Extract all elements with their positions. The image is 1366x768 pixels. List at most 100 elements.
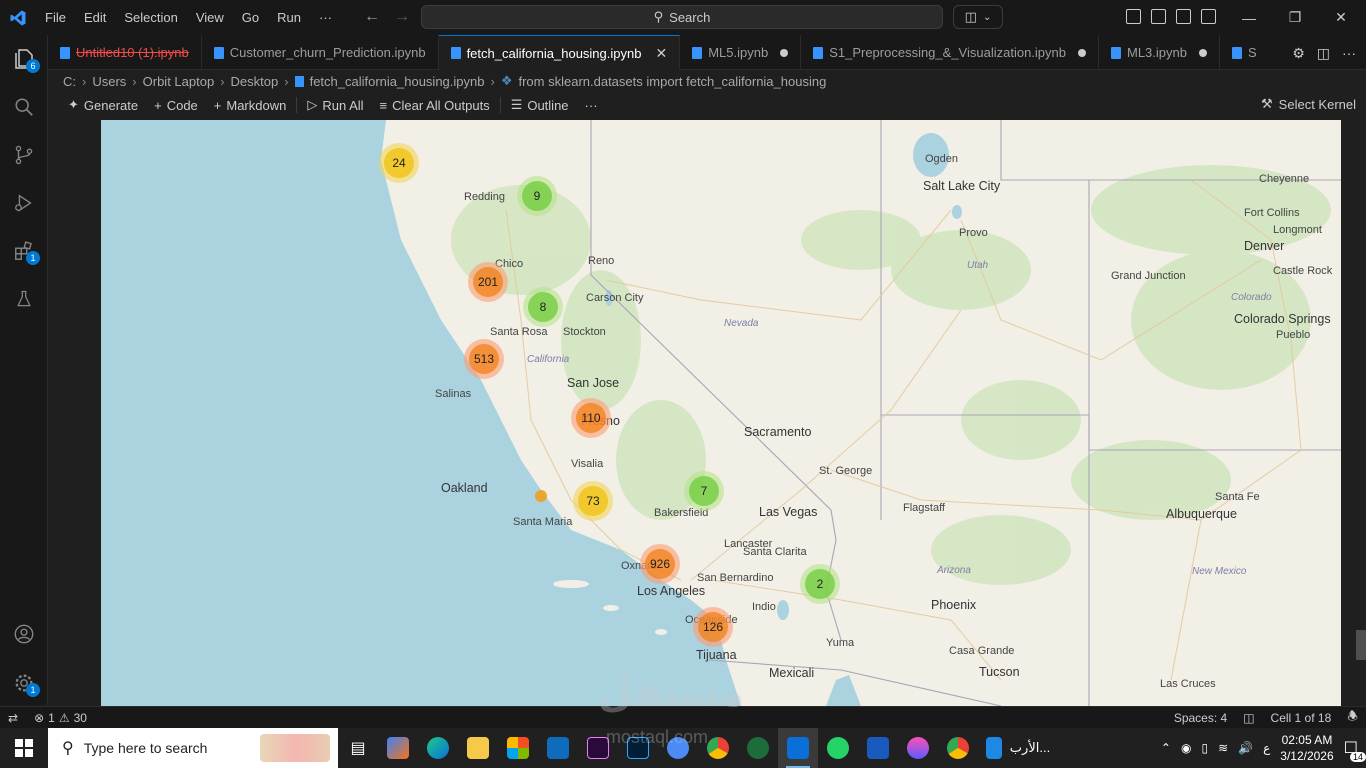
taskbar-edge[interactable] [418, 728, 458, 768]
explorer-button[interactable]: 6 [0, 35, 48, 83]
restore-button[interactable]: ❐ [1272, 0, 1318, 35]
add-code-button[interactable]: + Code [146, 94, 206, 116]
language-indicator[interactable]: ع [1263, 741, 1270, 755]
toggle-panel-icon[interactable] [1176, 9, 1191, 24]
marker-cluster[interactable]: 126 [693, 607, 733, 647]
toggle-primary-sidebar-icon[interactable] [1151, 9, 1166, 24]
breadcrumb-user[interactable]: Orbit Laptop [143, 74, 215, 89]
map-place-label: Santa Clarita [743, 546, 807, 558]
add-markdown-button[interactable]: + Markdown [206, 94, 295, 116]
close-button[interactable]: ✕ [1318, 0, 1364, 35]
volume-icon[interactable]: 🔊 [1238, 741, 1253, 755]
tab-untitled10[interactable]: Untitled10 (1).ipynb [48, 35, 202, 70]
breadcrumb-users[interactable]: Users [92, 74, 126, 89]
clear-outputs-button[interactable]: ≡ Clear All Outputs [372, 94, 498, 116]
customize-layout-icon[interactable] [1126, 9, 1141, 24]
marker-cluster[interactable]: 926 [640, 544, 680, 584]
forward-arrow-icon[interactable]: → [394, 8, 410, 26]
generate-button[interactable]: ✦ Generate [60, 94, 146, 116]
folium-map-output[interactable]: Ogden Salt Lake City Provo Utah Cheyenne Fort… [101, 120, 1341, 706]
select-kernel-button[interactable]: ⚒ Select Kernel [1261, 96, 1356, 112]
cluster-count: 73 [578, 486, 608, 516]
more-toolbar-button[interactable]: ··· [577, 94, 606, 116]
breadcrumb-cell[interactable]: from sklearn.datasets import fetch_calif… [518, 74, 826, 89]
start-button[interactable] [0, 728, 48, 768]
notification-center[interactable]: ☐ 14 [1344, 738, 1366, 762]
marker-cluster[interactable]: 513 [464, 339, 504, 379]
run-all-button[interactable]: ▷ Run All [299, 94, 371, 116]
marker-cluster[interactable]: 9 [517, 176, 557, 216]
map-place-label: San Bernardino [697, 572, 774, 584]
single-marker[interactable] [535, 490, 547, 502]
split-editor-icon[interactable]: ◫ [1317, 45, 1330, 62]
taskbar-chrome-profile[interactable] [938, 728, 978, 768]
mail-icon [547, 737, 569, 759]
clock[interactable]: 02:05 AM 3/12/2026 [1280, 732, 1333, 764]
battery-icon[interactable]: ▯ [1201, 741, 1208, 755]
testing-button[interactable] [0, 275, 48, 323]
menu-edit[interactable]: Edit [75, 10, 115, 25]
edge-icon [427, 737, 449, 759]
marker-cluster[interactable]: 110 [571, 398, 611, 438]
taskbar-word[interactable] [858, 728, 898, 768]
notifications-bell[interactable]: 🕭 [1339, 707, 1366, 728]
taskbar-copilot[interactable] [378, 728, 418, 768]
minimize-button[interactable]: — [1226, 0, 1272, 35]
taskbar-whatsapp[interactable] [818, 728, 858, 768]
more-actions-icon[interactable]: ··· [1342, 45, 1356, 62]
tab-ml3[interactable]: ML3.ipynb [1099, 35, 1220, 70]
marker-cluster[interactable]: 73 [573, 481, 613, 521]
gear-icon[interactable]: ⚙ [1292, 45, 1305, 62]
close-tab-icon[interactable]: ✕ [655, 45, 667, 62]
copilot-button[interactable]: ◫ ⌄ [953, 5, 1003, 29]
menu-run[interactable]: Run [268, 10, 310, 25]
tab-s1-preprocessing[interactable]: S1_Preprocessing_&_Visualization.ipynb [801, 35, 1099, 70]
tab-fetch-california-housing[interactable]: fetch_california_housing.ipynb ✕ [438, 35, 681, 70]
menu-more[interactable]: ··· [310, 10, 341, 25]
tab-ml5[interactable]: ML5.ipynb [680, 35, 802, 70]
chevron-up-icon[interactable]: ⌃ [1161, 741, 1171, 755]
copilot-status[interactable]: ◫ [1235, 711, 1262, 725]
back-arrow-icon[interactable]: ← [364, 8, 380, 26]
taskbar-drop-app[interactable] [898, 728, 938, 768]
command-center-search[interactable]: ⚲ Search [421, 5, 943, 29]
tab-customer-churn[interactable]: Customer_churn_Prediction.ipynb [202, 35, 439, 70]
taskbar-search[interactable]: ⚲ Type here to search [48, 728, 338, 768]
tab-s-truncated[interactable]: S [1220, 35, 1269, 70]
marker-cluster[interactable]: 2 [800, 564, 840, 604]
accounts-button[interactable] [0, 610, 48, 658]
map-place-label: Grand Junction [1111, 270, 1186, 282]
editor-scrollbar[interactable] [1356, 630, 1366, 660]
marker-cluster[interactable]: 201 [468, 262, 508, 302]
manage-button[interactable]: 1 [0, 659, 48, 707]
taskbar-file-explorer[interactable] [458, 728, 498, 768]
breadcrumb-desktop[interactable]: Desktop [231, 74, 279, 89]
meet-icon[interactable]: ◉ [1181, 741, 1191, 755]
source-control-button[interactable] [0, 131, 48, 179]
breadcrumb-drive[interactable]: C: [63, 74, 76, 89]
toggle-secondary-sidebar-icon[interactable] [1201, 9, 1216, 24]
extensions-button[interactable]: 1 [0, 227, 48, 275]
indentation-indicator[interactable]: Spaces: 4 [1166, 711, 1235, 725]
taskbar-vscode[interactable] [778, 728, 818, 768]
remote-indicator[interactable]: ⇄ [0, 711, 26, 725]
taskbar-document[interactable]: الأرب... [978, 728, 1058, 768]
menu-file[interactable]: File [36, 10, 75, 25]
search-view-button[interactable] [0, 83, 48, 131]
task-view-button[interactable]: ▤ [338, 728, 378, 768]
run-debug-button[interactable] [0, 179, 48, 227]
taskbar-refresh-app[interactable] [738, 728, 778, 768]
menu-go[interactable]: Go [233, 10, 268, 25]
outline-button[interactable]: ☰ Outline [503, 94, 577, 116]
menu-selection[interactable]: Selection [115, 10, 186, 25]
cell-indicator[interactable]: Cell 1 of 18 [1263, 711, 1340, 725]
taskbar-store[interactable] [498, 728, 538, 768]
marker-cluster[interactable]: 7 [684, 471, 724, 511]
problems-indicator[interactable]: ⊗ 1 ⚠ 30 [26, 711, 95, 725]
wifi-icon[interactable]: ≋ [1218, 741, 1228, 755]
breadcrumb-file[interactable]: fetch_california_housing.ipynb [310, 74, 485, 89]
marker-cluster[interactable]: 8 [523, 287, 563, 327]
taskbar-mail[interactable] [538, 728, 578, 768]
menu-view[interactable]: View [187, 10, 233, 25]
marker-cluster[interactable]: 24 [379, 143, 419, 183]
